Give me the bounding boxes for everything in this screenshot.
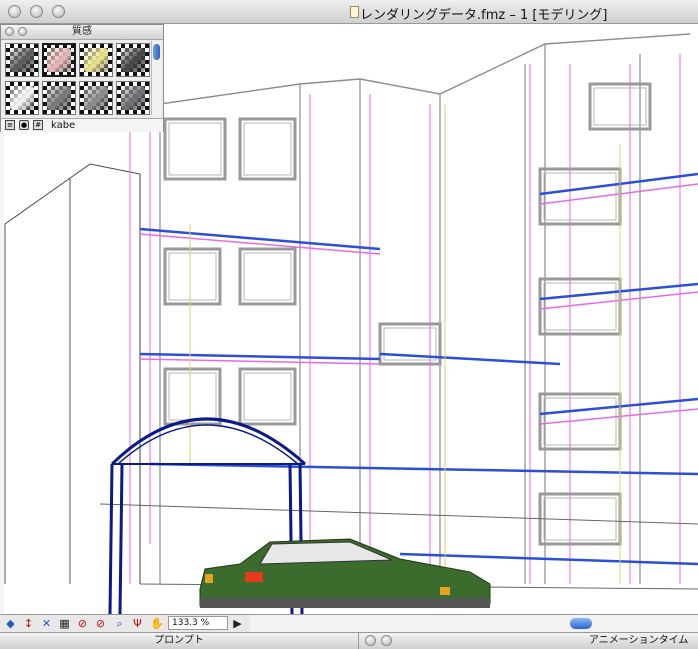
window-title: レンダリングデータ.fmz – 1 [モデリング] <box>360 8 608 23</box>
material-swatch-white[interactable] <box>5 81 39 115</box>
window-frame <box>163 247 222 306</box>
animation-panel-title[interactable]: アニメーションタイム <box>358 632 698 649</box>
palette-scrollbar[interactable] <box>151 41 161 115</box>
material-swatch-pink[interactable] <box>42 43 76 77</box>
close-button[interactable] <box>8 5 21 18</box>
prompt-label: プロンプト <box>154 635 204 646</box>
horizontal-scrollbar[interactable] <box>250 614 698 632</box>
arch-gate <box>117 424 299 465</box>
window-frame <box>168 252 217 301</box>
window-frame <box>238 247 297 306</box>
window-frame <box>538 167 622 226</box>
zoom-level[interactable]: 133.3 % <box>168 616 228 630</box>
sphere-icon[interactable]: ● <box>19 120 29 130</box>
material-swatch-stone[interactable] <box>42 81 76 115</box>
animation-label: アニメーションタイム <box>589 635 689 646</box>
balcony-edge <box>139 227 381 251</box>
window-frame <box>243 122 292 176</box>
animation-minimize-button[interactable] <box>381 635 392 646</box>
balcony-edge <box>149 462 698 476</box>
window-frame <box>593 87 647 126</box>
animation-close-button[interactable] <box>365 635 376 646</box>
material-preview <box>121 86 145 110</box>
document-icon <box>350 6 359 18</box>
window-frame <box>238 367 297 426</box>
window-frame <box>538 277 622 336</box>
arrow-updown-icon[interactable]: ↕ <box>22 617 35 630</box>
car-bumper <box>200 598 490 608</box>
car-light <box>205 574 213 583</box>
palette-titlebar: 質感 <box>1 25 163 40</box>
window-frame <box>543 397 617 446</box>
material-preview <box>47 48 71 72</box>
material-name: kabe <box>51 120 76 131</box>
left-tool-strip <box>0 132 4 614</box>
horizontal-scroll-thumb[interactable] <box>570 618 592 629</box>
car-windows <box>259 541 393 565</box>
palette-scroll-thumb[interactable] <box>153 44 160 60</box>
window-titlebar: レンダリングデータ.fmz – 1 [モデリング] <box>0 0 698 24</box>
car-light <box>440 587 450 595</box>
material-preview <box>10 86 34 110</box>
window-frame <box>543 282 617 331</box>
minimize-button[interactable] <box>30 5 43 18</box>
material-palette: 質感 ≡ ● # kabe <box>0 24 164 132</box>
material-swatch-yellow[interactable] <box>79 43 113 77</box>
play-triangle-icon[interactable]: ▶ <box>231 617 244 630</box>
material-swatch-gray[interactable] <box>79 81 113 115</box>
window-frame <box>163 117 227 181</box>
material-preview <box>121 48 145 72</box>
grid-view-icon[interactable]: ▦ <box>58 617 71 630</box>
material-swatch-charcoal[interactable] <box>116 43 150 77</box>
window-frame <box>168 122 222 176</box>
palette-collapse-button[interactable] <box>18 27 27 36</box>
window-frame <box>243 252 292 301</box>
cross-icon[interactable]: ✕ <box>40 617 53 630</box>
car-taillight <box>245 572 263 582</box>
material-preview <box>47 86 71 110</box>
hand-icon[interactable]: ✋ <box>150 617 164 630</box>
balcony-rail <box>139 233 381 255</box>
window-frame <box>538 392 622 451</box>
ground-edge <box>99 503 698 525</box>
window-frame <box>243 372 292 421</box>
palette-footer: ≡ ● # kabe <box>1 118 163 132</box>
no-entry-icon[interactable]: ⊘ <box>94 617 107 630</box>
window-frame <box>163 367 222 426</box>
grid-icon[interactable]: # <box>33 120 43 130</box>
list-view-icon[interactable]: ≡ <box>5 120 15 130</box>
material-preview <box>10 48 34 72</box>
no-entry-icon[interactable]: ⊘ <box>76 617 89 630</box>
zoom-button[interactable] <box>52 5 65 18</box>
palette-title: 質感 <box>72 26 92 37</box>
balcony-rail <box>139 358 381 365</box>
move-view-icon[interactable]: ◆ <box>4 617 17 630</box>
arch-post <box>118 463 124 614</box>
palette-close-button[interactable] <box>5 27 14 36</box>
balcony-edge <box>139 352 381 361</box>
material-swatch-dark-gray[interactable] <box>5 43 39 77</box>
magnifier-icon[interactable]: ⌕ <box>113 617 126 630</box>
window-frame <box>238 117 297 181</box>
prompt-panel-title[interactable]: プロンプト <box>0 632 358 649</box>
material-preview <box>84 48 108 72</box>
arch-post <box>108 463 114 614</box>
material-swatch-slate[interactable] <box>116 81 150 115</box>
window-frame <box>588 82 652 131</box>
material-swatches <box>5 43 151 117</box>
wire-edge <box>159 33 691 105</box>
view-toolbar: ◆ ↕ ✕ ▦ ⊘ ⊘ ⌕ Ψ ✋ 133.3 % ▶ <box>0 614 250 632</box>
material-preview <box>84 86 108 110</box>
walk-icon[interactable]: Ψ <box>131 617 144 630</box>
window-frame <box>168 372 217 421</box>
